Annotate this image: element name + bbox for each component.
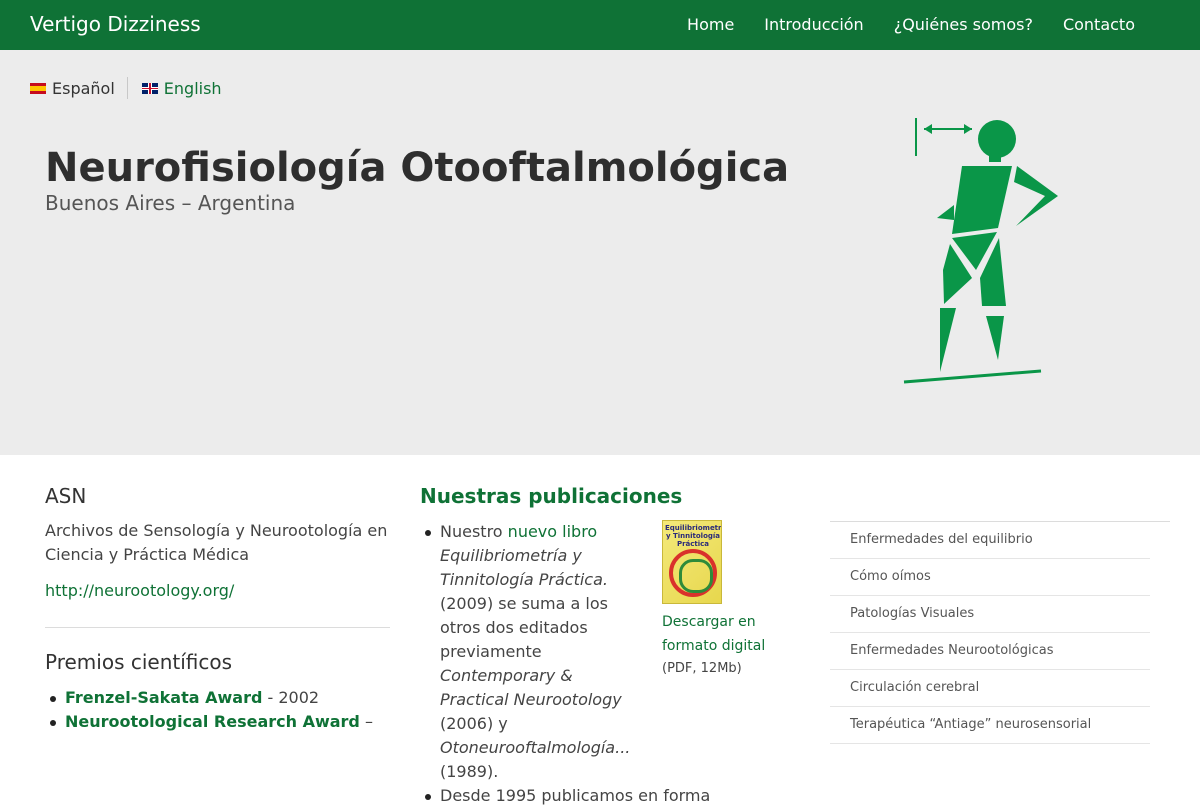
- awards-heading: Premios científicos: [45, 650, 233, 674]
- asn-heading: ASN: [45, 484, 87, 508]
- top-navbar: Vertigo Dizziness Home Introducción ¿Qui…: [0, 0, 1200, 50]
- book2-title: Contemporary & Practical Neurootology: [440, 666, 622, 709]
- award-name[interactable]: Neurootological Research Award: [65, 712, 360, 731]
- figure-shin-right: [986, 316, 1004, 360]
- book-download-block: Equilibriometría y Tinnitología Práctica…: [662, 520, 772, 680]
- figure-floor: [903, 369, 1042, 384]
- left-column: ASN Archivos de Sensología y Neurootolog…: [45, 484, 390, 734]
- pub-intro: Nuestro: [440, 522, 508, 541]
- award-name[interactable]: Frenzel-Sakata Award: [65, 688, 262, 707]
- book-cover-graphic: [669, 549, 717, 597]
- menu-item-circulacion[interactable]: Circulación cerebral: [830, 670, 1150, 707]
- figure-arm-right: [1014, 166, 1058, 226]
- section-divider: [45, 627, 390, 628]
- list-item: Desde 1995 publicamos en forma: [420, 784, 780, 808]
- brand-link[interactable]: Vertigo Dizziness: [30, 12, 201, 36]
- menu-item-como-oimos[interactable]: Cómo oímos: [830, 559, 1150, 596]
- menu-item-patologias-visuales[interactable]: Patologías Visuales: [830, 596, 1150, 633]
- figure-shin-left: [940, 308, 956, 372]
- language-english[interactable]: English: [141, 78, 222, 98]
- list-item: Neurootological Research Award –: [45, 710, 390, 734]
- language-english-label: English: [163, 78, 222, 98]
- uk-flag-icon: [141, 82, 158, 94]
- spain-flag-icon: [30, 82, 46, 94]
- download-size: (PDF, 12Mb): [662, 661, 742, 676]
- nav-quienes-somos[interactable]: ¿Quiénes somos?: [894, 15, 1033, 34]
- vertigo-figure-logo: [903, 118, 1058, 384]
- book2-year: (2006) y: [440, 714, 508, 733]
- awards-list: Frenzel-Sakata Award - 2002 Neurootologi…: [45, 686, 390, 734]
- asn-website-link[interactable]: http://neurootology.org/: [45, 581, 234, 600]
- arrow-left-icon: [924, 124, 932, 134]
- language-spanish[interactable]: Español: [30, 79, 115, 98]
- main-nav: Home Introducción ¿Quiénes somos? Contac…: [687, 15, 1135, 34]
- nav-introduccion[interactable]: Introducción: [764, 15, 863, 34]
- menu-item-equilibrio[interactable]: Enfermedades del equilibrio: [830, 522, 1150, 559]
- publication-text-2: Desde 1995 publicamos en forma: [440, 786, 711, 805]
- book-year: (2009) se suma a los otros dos editados …: [440, 594, 608, 661]
- figure-neck: [989, 154, 1001, 162]
- award-detail: –: [359, 712, 373, 731]
- download-pdf-link[interactable]: Descargar en formato digital: [662, 610, 772, 658]
- hero-banner: Español English Neurofisiología Otooftal…: [0, 50, 1200, 455]
- page-title: Neurofisiología Otooftalmológica: [45, 145, 790, 191]
- new-book-link[interactable]: nuevo libro: [508, 522, 598, 541]
- publication-text: Nuestro nuevo libro Equilibriometría y T…: [440, 520, 640, 784]
- menu-item-antiage[interactable]: Terapéutica “Antiage” neurosensorial: [830, 707, 1150, 744]
- language-divider: [126, 77, 128, 99]
- sidebar-menu: Enfermedades del equilibrio Cómo oímos P…: [830, 521, 1170, 744]
- book3-title: Otoneurooftalmología...: [440, 738, 631, 757]
- language-spanish-label: Español: [52, 78, 115, 98]
- sidebar-menu-column: Enfermedades del equilibrio Cómo oímos P…: [830, 521, 1170, 744]
- publications-heading: Nuestras publicaciones: [420, 484, 683, 508]
- language-switcher: Español English: [30, 77, 222, 99]
- nav-home[interactable]: Home: [687, 15, 734, 34]
- figure-head: [978, 120, 1016, 158]
- menu-item-neurootologicas[interactable]: Enfermedades Neurootológicas: [830, 633, 1150, 670]
- book-cover-title: Equilibriometría y Tinnitología Práctica: [665, 524, 722, 548]
- asn-description: Archivos de Sensología y Neurootología e…: [45, 521, 388, 564]
- figure-torso: [952, 166, 1012, 234]
- book-cover-image[interactable]: Equilibriometría y Tinnitología Práctica: [662, 520, 722, 604]
- award-detail: - 2002: [262, 688, 320, 707]
- page-subtitle: Buenos Aires – Argentina: [45, 191, 296, 215]
- nav-contacto[interactable]: Contacto: [1063, 15, 1135, 34]
- arrow-right-icon: [964, 124, 972, 134]
- publications-column: Nuestras publicaciones Nuestro nuevo lib…: [420, 484, 780, 808]
- figure-arm-left: [937, 205, 954, 220]
- book-title: Equilibriometría y Tinnitología Práctica…: [440, 546, 608, 589]
- list-item: Frenzel-Sakata Award - 2002: [45, 686, 390, 710]
- book3-year: (1989).: [440, 762, 499, 781]
